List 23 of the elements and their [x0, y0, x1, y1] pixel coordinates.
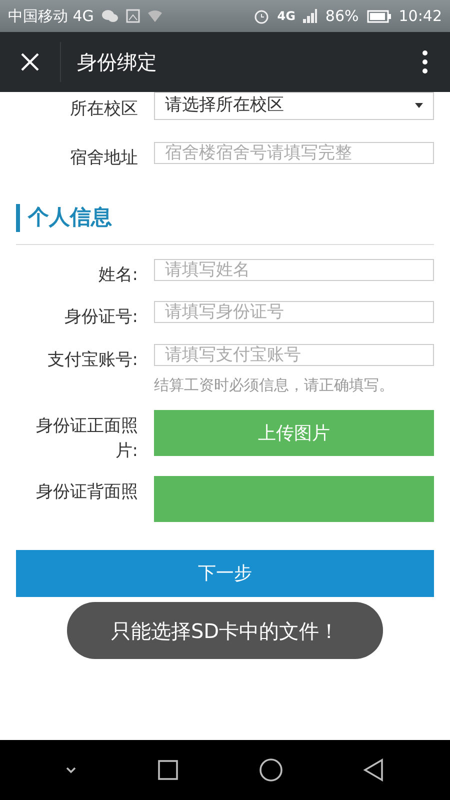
- select-field[interactable]: 请选择所在校区: [154, 92, 434, 120]
- input-field[interactable]: 宿舍楼宿舍号请填写完整: [154, 142, 434, 164]
- battery-text: 86%: [325, 6, 359, 27]
- field-label: 身份证背面照: [35, 480, 138, 504]
- upload-button[interactable]: 上传图片: [154, 410, 434, 456]
- next-button[interactable]: 下一步: [16, 550, 434, 597]
- page-title: 身份绑定: [77, 49, 158, 76]
- field-label: 姓名:: [97, 264, 138, 287]
- field-label: 身份证号:: [63, 306, 138, 330]
- section-heading: 个人信息: [16, 204, 434, 232]
- input-field[interactable]: 请填写支付宝账号: [154, 344, 434, 366]
- field-label: 身份证正面照片:: [35, 415, 138, 463]
- hint-text: 结算工资时必须信息，请正确填写。: [154, 374, 395, 396]
- select-value: 请选择所在校区: [165, 94, 284, 117]
- clock-text: 10:42: [398, 6, 442, 27]
- toast-message: 只能选择SD卡中的文件！: [67, 602, 383, 659]
- field-label: 宿舍地址: [69, 146, 138, 170]
- network-text: 4G: [277, 8, 296, 25]
- input-field[interactable]: 请填写姓名: [154, 258, 434, 281]
- carrier-text: 中国移动 4G: [8, 6, 94, 27]
- field-label: 支付宝账号:: [46, 348, 138, 372]
- field-label: 所在校区: [69, 98, 138, 121]
- input-field[interactable]: 请填写身份证号: [154, 301, 434, 324]
